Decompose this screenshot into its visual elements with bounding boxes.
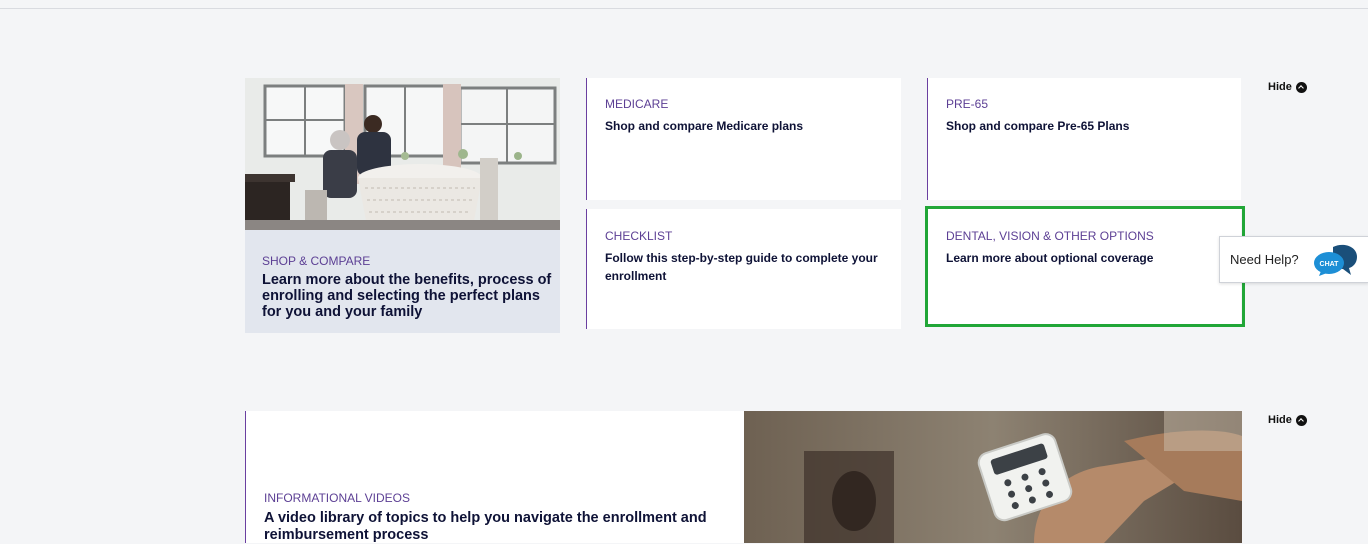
informational-videos-card[interactable]: INFORMATIONAL VIDEOS A video library of … — [245, 411, 744, 543]
videos-photo — [744, 411, 1242, 543]
hide-section-button[interactable]: Hide — [1268, 414, 1307, 426]
shop-compare-eyebrow: SHOP & COMPARE — [262, 254, 371, 268]
tile-title[interactable]: Shop and compare Pre-65 Plans — [946, 117, 1223, 135]
tile-eyebrow: CHECKLIST — [605, 229, 673, 243]
tile-checklist[interactable]: CHECKLIST Follow this step-by-step guide… — [586, 209, 901, 329]
chevron-up-icon — [1295, 414, 1307, 426]
chat-badge-text: CHAT — [1319, 261, 1339, 268]
hide-label: Hide — [1268, 81, 1292, 93]
chevron-up-icon — [1295, 81, 1307, 93]
need-help-label: Need Help? — [1230, 252, 1299, 267]
videos-eyebrow: INFORMATIONAL VIDEOS — [264, 491, 411, 505]
tile-eyebrow: PRE-65 — [946, 97, 989, 111]
hide-label: Hide — [1268, 414, 1292, 426]
need-help-chat-button[interactable]: Need Help? CHAT — [1219, 236, 1368, 283]
tile-medicare[interactable]: MEDICARE Shop and compare Medicare plans — [586, 78, 901, 200]
shop-compare-text: SHOP & COMPARE Learn more about the bene… — [262, 254, 552, 320]
tile-pre-65[interactable]: PRE-65 Shop and compare Pre-65 Plans — [927, 78, 1241, 200]
top-divider — [0, 8, 1368, 9]
videos-headline[interactable]: A video library of topics to help you na… — [264, 510, 734, 544]
shop-compare-photo — [245, 78, 560, 230]
tile-eyebrow: DENTAL, VISION & OTHER OPTIONS — [946, 229, 1154, 243]
tile-title[interactable]: Learn more about optional coverage — [946, 249, 1223, 267]
hide-section-button[interactable]: Hide — [1268, 81, 1307, 93]
tile-title[interactable]: Follow this step-by-step guide to comple… — [605, 249, 885, 285]
videos-text: INFORMATIONAL VIDEOS A video library of … — [264, 491, 734, 544]
shop-compare-headline[interactable]: Learn more about the benefits, process o… — [262, 272, 552, 320]
tile-dental-vision[interactable]: DENTAL, VISION & OTHER OPTIONS Learn mor… — [927, 209, 1241, 325]
shop-compare-card[interactable]: SHOP & COMPARE Learn more about the bene… — [245, 78, 560, 333]
tile-title[interactable]: Shop and compare Medicare plans — [605, 117, 883, 135]
tile-eyebrow: MEDICARE — [605, 97, 669, 111]
chat-bubble-icon: CHAT — [1313, 244, 1357, 276]
